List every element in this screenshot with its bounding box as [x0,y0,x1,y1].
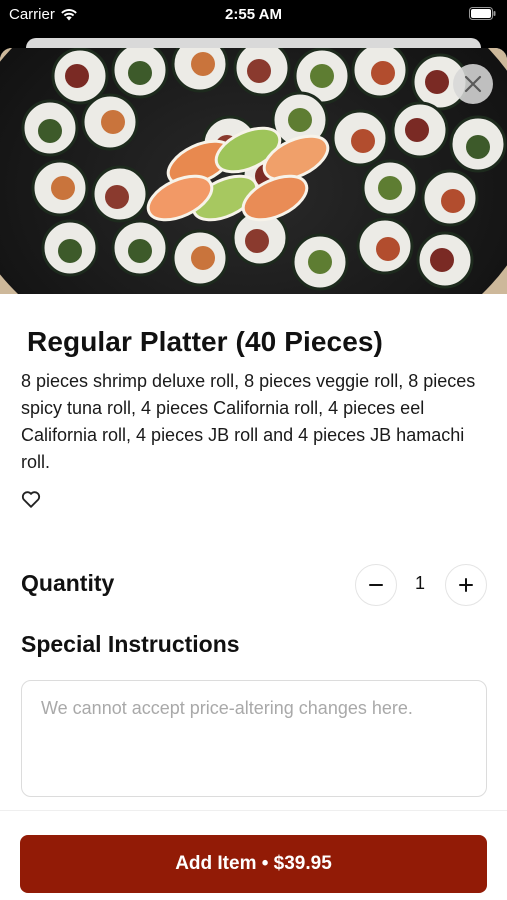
item-detail-sheet: Regular Platter (40 Pieces) 8 pieces shr… [0,48,507,900]
quantity-value: 1 [414,573,425,593]
item-title: Regular Platter (40 Pieces) [27,326,383,357]
increment-button[interactable] [445,564,487,606]
add-item-button[interactable]: Add Item • $39.95 [20,835,487,893]
special-instructions-label: Special Instructions [21,631,240,657]
footer-bar: Add Item • $39.95 [0,810,507,900]
status-bar: Carrier 2:55 AM [0,0,507,30]
minus-icon [369,584,383,586]
quantity-label: Quantity [21,570,115,596]
clock: 2:55 AM [225,6,282,23]
heart-outline-icon[interactable] [20,488,42,510]
item-photo [0,48,507,294]
close-icon [464,75,482,93]
item-description: 8 pieces shrimp deluxe roll, 8 pieces ve… [21,371,476,472]
battery-icon [469,7,496,20]
plus-icon [459,578,473,592]
special-instructions-input[interactable] [21,680,487,797]
decrement-button[interactable] [355,564,397,606]
sushi-platter-image [0,48,507,294]
close-button[interactable] [453,64,493,104]
